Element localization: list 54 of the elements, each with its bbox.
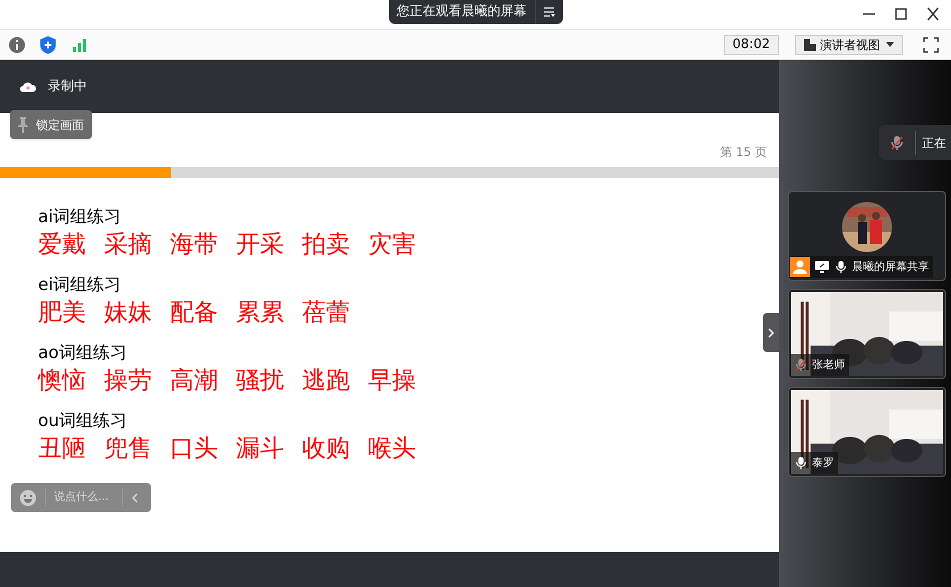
word: 灾害 — [368, 229, 416, 260]
pin-icon — [18, 116, 28, 132]
screen-share-icon — [814, 260, 830, 274]
menu-icon[interactable] — [544, 7, 554, 17]
word: 蓓蕾 — [302, 297, 350, 328]
word: 喉头 — [368, 433, 416, 464]
word: 骚扰 — [236, 365, 284, 396]
chevron-right-icon — [768, 328, 774, 338]
word: 累累 — [236, 297, 284, 328]
word: 海带 — [170, 229, 218, 260]
speaking-label: 正在 — [921, 134, 946, 152]
cloud-icon — [20, 82, 36, 92]
section-heading: ai词组练习 — [38, 206, 122, 228]
word: 收购 — [302, 433, 350, 464]
collapse-icon[interactable] — [131, 492, 139, 502]
word: 肥美 — [38, 297, 86, 328]
word: 丑陋 — [38, 433, 86, 464]
meeting-timer: 08:02 — [724, 34, 779, 54]
word: 开采 — [236, 229, 284, 260]
participant-tile[interactable]: 晨曦的屏幕共享 — [788, 191, 946, 281]
word: 高潮 — [170, 365, 218, 396]
smiley-icon[interactable] — [19, 488, 37, 506]
word: 操劳 — [104, 365, 152, 396]
word: 爱戴 — [38, 229, 86, 260]
fullscreen-icon[interactable] — [923, 36, 939, 52]
participant-tile[interactable]: 泰罗 — [788, 387, 946, 477]
lock-screen-button[interactable]: 锁定画面 — [10, 110, 92, 139]
recording-label: 录制中 — [48, 78, 87, 96]
section-heading: ao词组练习 — [38, 342, 128, 364]
participant-name: 张老师 — [812, 356, 845, 373]
word: 兜售 — [104, 433, 152, 464]
shield-icon[interactable] — [38, 34, 58, 54]
word: 采摘 — [104, 229, 152, 260]
section-heading: ou词组练习 — [38, 410, 128, 432]
word: 妹妹 — [104, 297, 152, 328]
word: 懊恼 — [38, 365, 86, 396]
word: 拍卖 — [302, 229, 350, 260]
word: 配备 — [170, 297, 218, 328]
chat-input[interactable]: 说点什么... — [45, 489, 123, 506]
layout-icon — [804, 38, 816, 50]
window-title: 您正在观看晨曦的屏幕 — [388, 0, 562, 24]
caret-icon — [886, 42, 894, 47]
participant-tile[interactable]: 张老师 — [788, 289, 946, 379]
panel-toggle[interactable] — [763, 313, 779, 352]
word: 早操 — [368, 365, 416, 396]
participant-name: 晨曦的屏幕共享 — [852, 258, 929, 275]
word: 逃跑 — [302, 365, 350, 396]
view-mode-dropdown[interactable]: 演讲者视图 — [795, 34, 903, 54]
section-heading: ei词组练习 — [38, 274, 122, 296]
word: 口头 — [170, 433, 218, 464]
info-icon[interactable] — [8, 36, 26, 54]
word: 漏斗 — [236, 433, 284, 464]
page-number: 第 15 页 — [720, 144, 767, 161]
participant-name: 泰罗 — [812, 454, 834, 471]
